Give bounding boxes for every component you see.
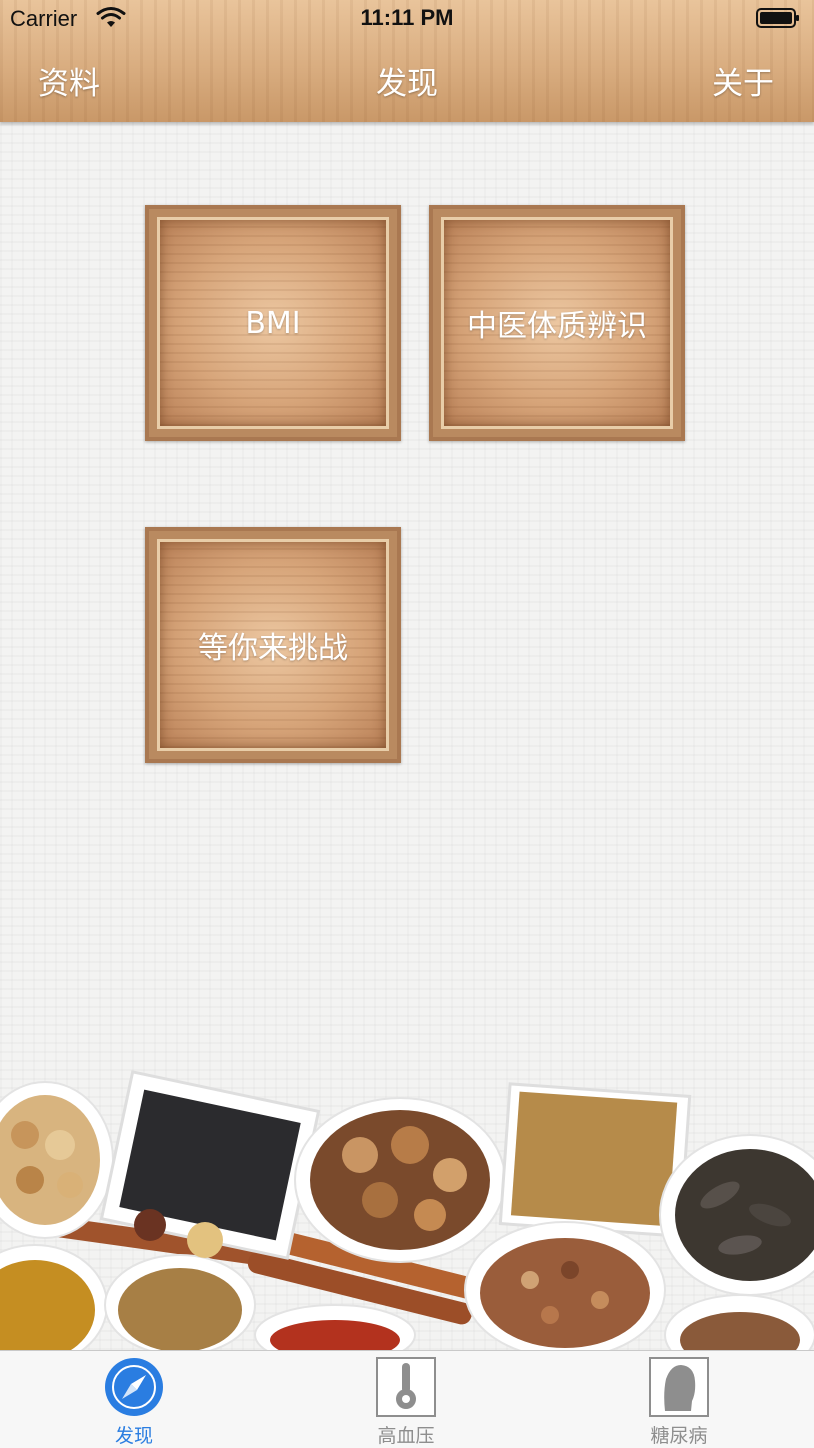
challenge-tile-button[interactable]: 等你来挑战 bbox=[145, 527, 401, 763]
discover-screen: Carrier 11:11 PM 资料 发现 关于 BMI 中医体质辨识 等你来… bbox=[0, 0, 814, 1448]
tile-label: 中医体质辨识 bbox=[467, 309, 647, 344]
compass-icon bbox=[105, 1358, 163, 1416]
spices-illustration bbox=[0, 1070, 814, 1350]
tile-wood-panel: BMI bbox=[157, 217, 389, 429]
tab-diabetes[interactable]: 糖尿病 bbox=[579, 1351, 779, 1448]
navigation-header: Carrier 11:11 PM 资料 发现 关于 bbox=[0, 0, 814, 122]
tab-hypertension[interactable]: 高血压 bbox=[306, 1351, 506, 1448]
tab-discover[interactable]: 发现 bbox=[34, 1351, 234, 1448]
tab-label: 糖尿病 bbox=[650, 1425, 708, 1447]
tile-label: BMI bbox=[245, 305, 301, 341]
head-silhouette-icon bbox=[649, 1357, 709, 1417]
tab-bar: 发现 高血压 糖尿病 bbox=[0, 1350, 814, 1448]
status-time: 11:11 PM bbox=[360, 5, 454, 30]
tile-wood-panel: 等你来挑战 bbox=[157, 539, 389, 751]
tile-wood-panel: 中医体质辨识 bbox=[441, 217, 673, 429]
tab-label: 高血压 bbox=[377, 1425, 435, 1447]
battery-icon bbox=[756, 8, 799, 28]
nav-button-about[interactable]: 关于 bbox=[712, 58, 774, 103]
thermometer-icon bbox=[376, 1357, 436, 1417]
bmi-tile-button[interactable]: BMI bbox=[145, 205, 401, 441]
tcm-constitution-tile-button[interactable]: 中医体质辨识 bbox=[429, 205, 685, 441]
page-title: 发现 bbox=[376, 66, 438, 102]
tab-label: 发现 bbox=[114, 1425, 153, 1447]
status-bar: Carrier 11:11 PM bbox=[0, 0, 814, 38]
tile-label: 等你来挑战 bbox=[198, 631, 348, 666]
